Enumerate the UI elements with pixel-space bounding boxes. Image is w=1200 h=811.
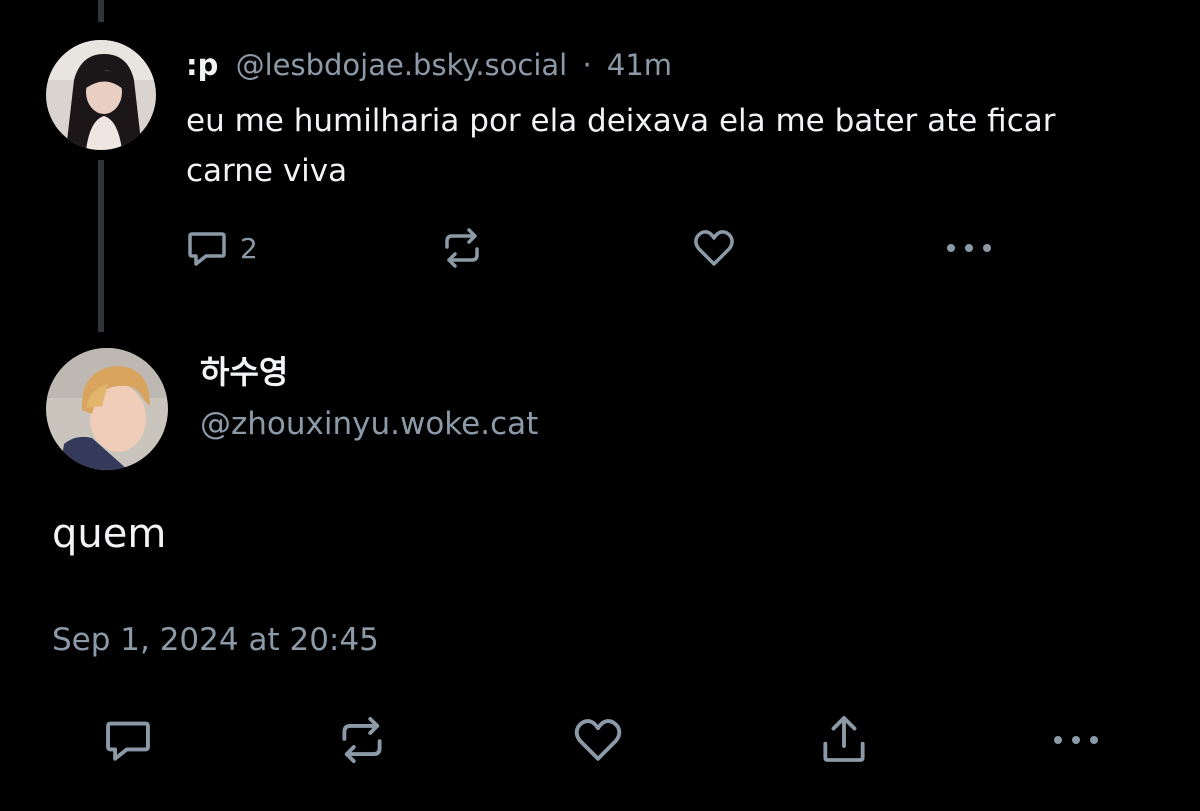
more-icon <box>1054 736 1098 744</box>
share-button[interactable] <box>816 710 872 768</box>
like-button[interactable] <box>570 712 626 768</box>
post-text: quem <box>52 511 167 557</box>
more-button[interactable] <box>1050 722 1102 758</box>
parent-avatar[interactable] <box>46 40 156 150</box>
share-icon <box>823 716 865 762</box>
parent-time-ago[interactable]: 41m <box>607 48 672 82</box>
heart-icon <box>694 230 734 266</box>
reply-button[interactable] <box>100 712 156 768</box>
parent-post-header: :p @lesbdojae.bsky.social · 41m <box>186 46 672 84</box>
author-avatar[interactable] <box>46 348 168 470</box>
reply-icon <box>106 721 150 761</box>
reply-icon <box>188 232 226 266</box>
parent-more-button[interactable] <box>944 224 994 272</box>
author-handle[interactable]: @zhouxinyu.woke.cat <box>200 402 538 446</box>
avatar-image <box>46 348 168 470</box>
parent-reply-button[interactable]: 2 <box>184 224 258 272</box>
parent-display-name[interactable]: :p <box>186 48 218 82</box>
author-display-name[interactable]: 하수영 <box>200 350 288 394</box>
separator-dot: · <box>582 48 592 82</box>
avatar-image <box>46 40 156 150</box>
repost-icon <box>445 228 479 268</box>
parent-repost-button[interactable] <box>438 224 486 272</box>
parent-post-text: eu me humilharia por ela deixava ela me … <box>186 103 1056 189</box>
thread-line <box>98 160 104 332</box>
repost-icon <box>342 716 382 764</box>
heart-icon <box>574 719 622 761</box>
parent-handle[interactable]: @lesbdojae.bsky.social <box>236 48 568 82</box>
repost-button[interactable] <box>334 712 390 768</box>
parent-like-button[interactable] <box>690 224 738 272</box>
parent-reply-count: 2 <box>240 231 258 265</box>
more-icon <box>947 244 991 252</box>
thread-line-top <box>98 0 104 22</box>
post-timestamp: Sep 1, 2024 at 20:45 <box>52 622 379 658</box>
